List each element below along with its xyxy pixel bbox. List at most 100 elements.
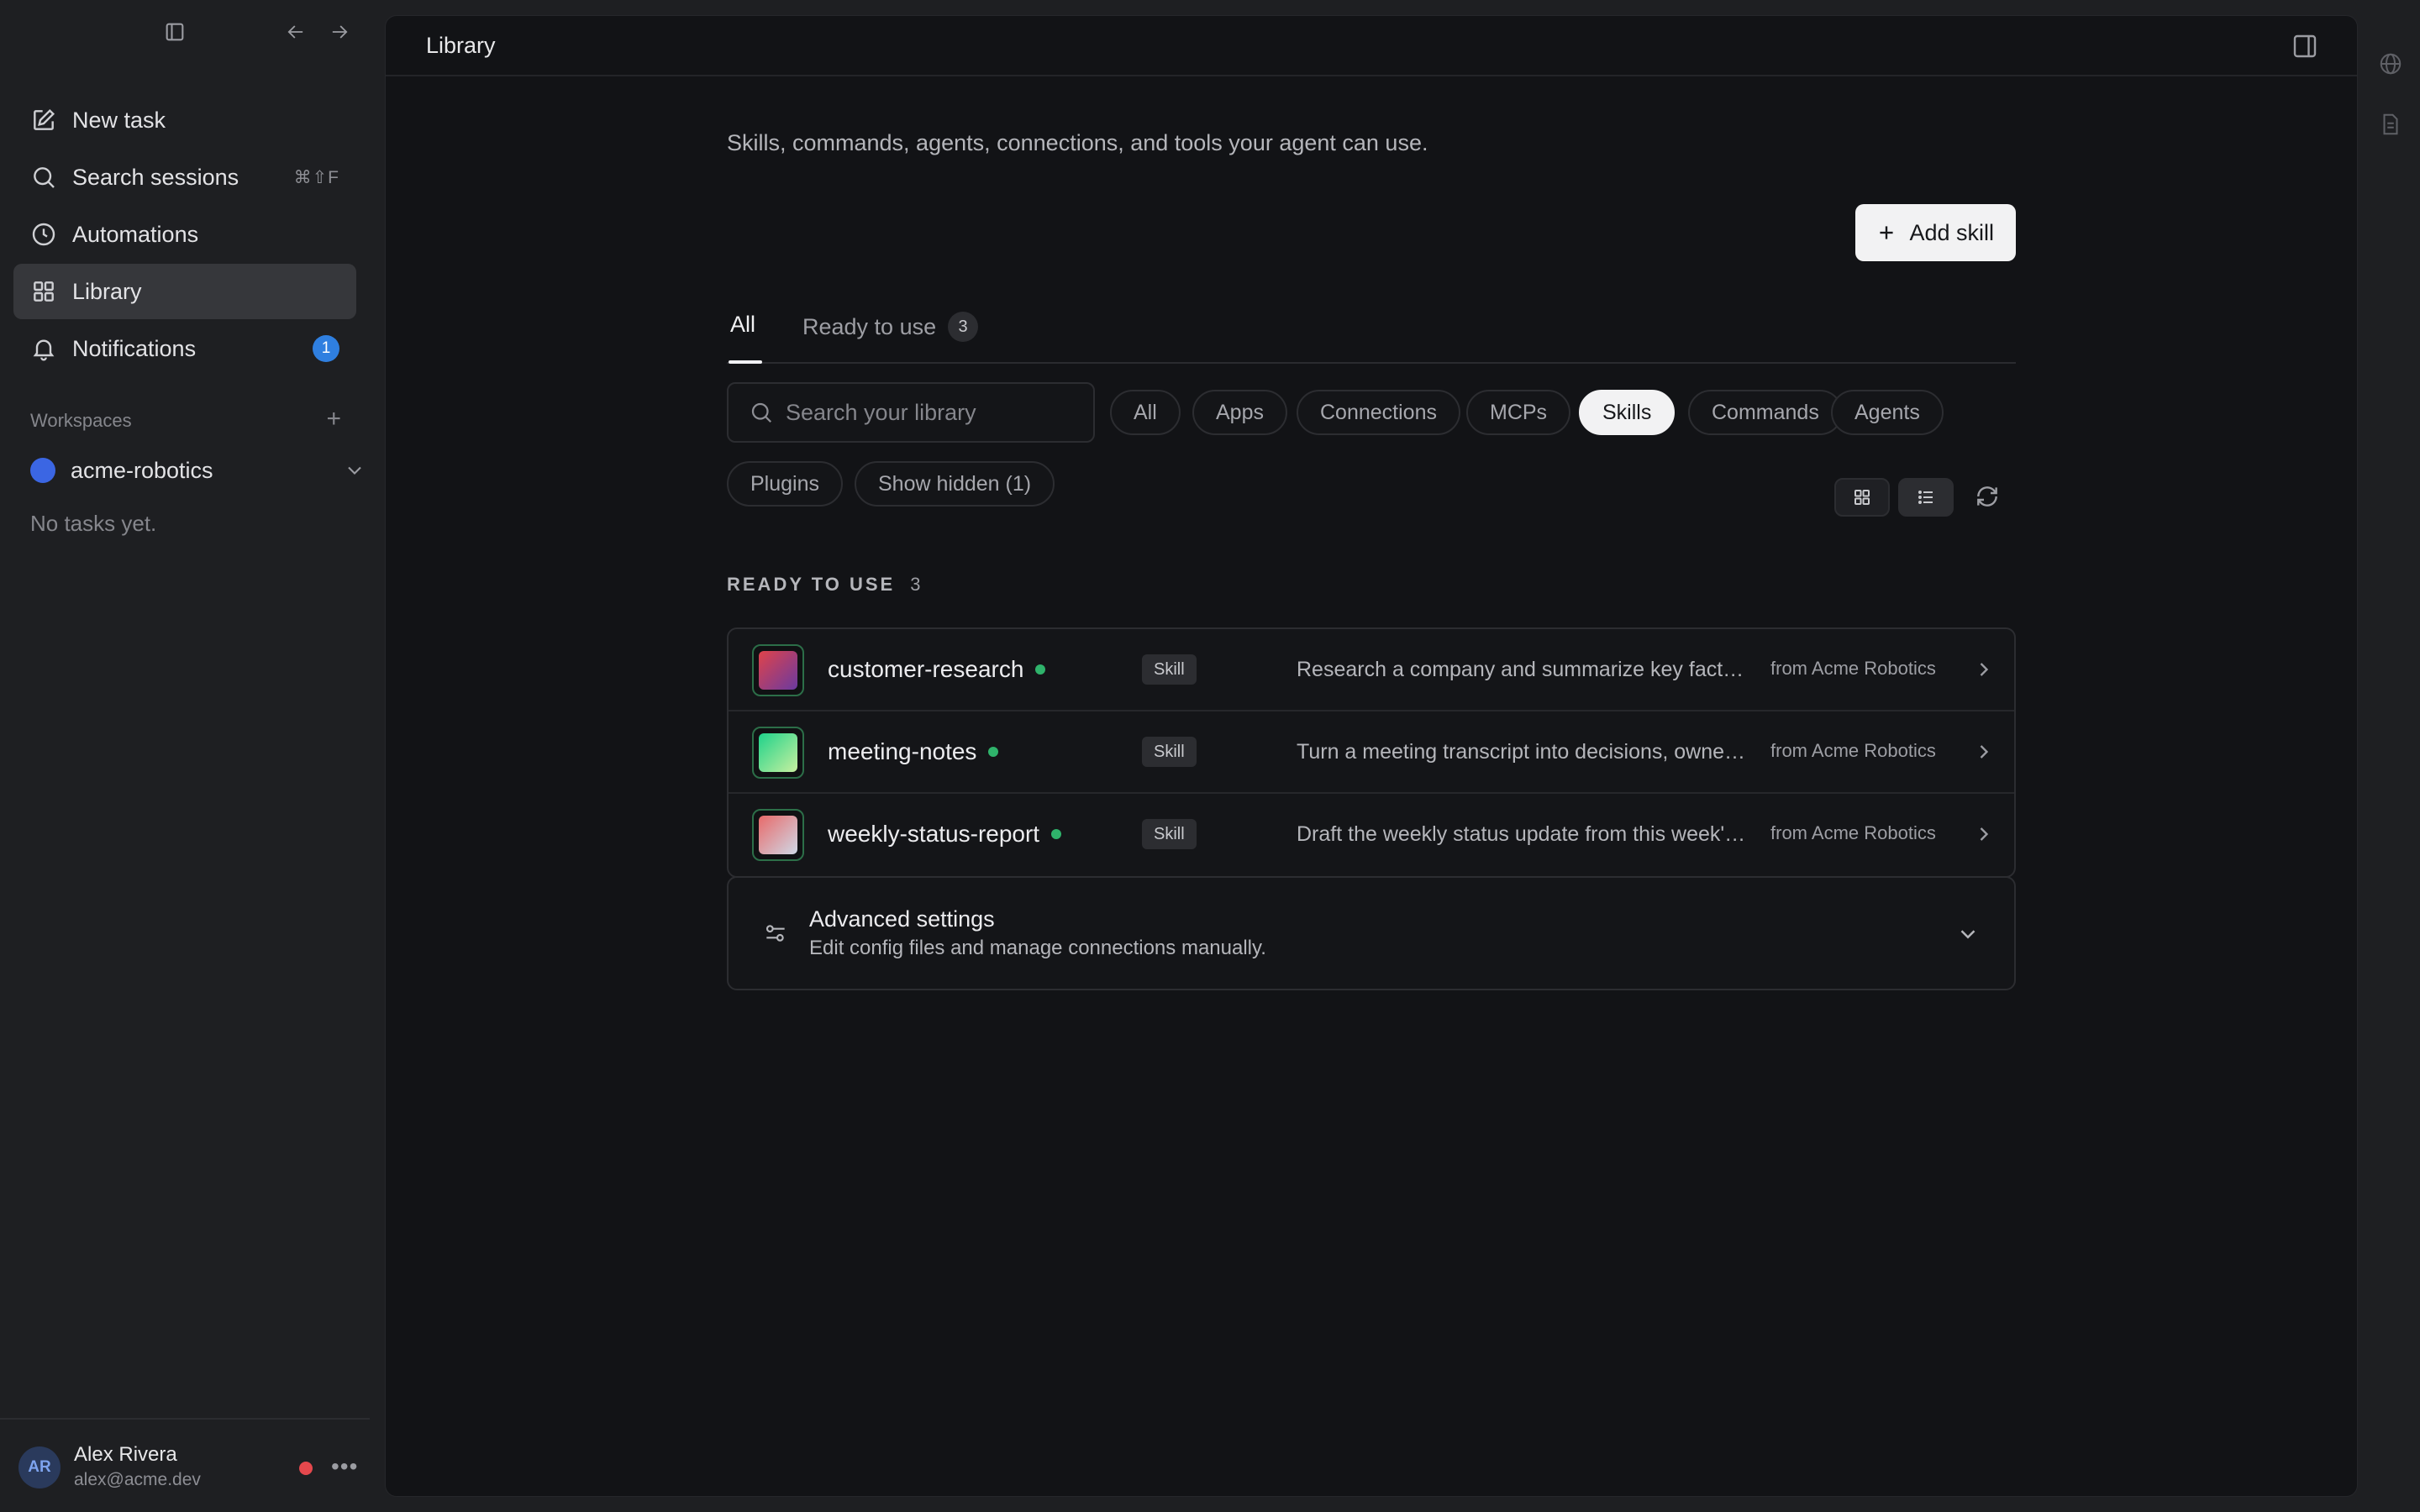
nav-label: Automations — [72, 221, 199, 247]
show-hidden-chip[interactable]: Show hidden (1) — [855, 461, 1055, 507]
skill-name-wrap: weekly-status-report — [828, 821, 1062, 848]
skill-description: Turn a meeting transcript into decisions… — [1297, 740, 1750, 764]
skill-swatch — [759, 651, 797, 690]
nav-search-sessions[interactable]: Search sessions ⌘⇧F — [13, 150, 356, 205]
nav-label: New task — [72, 107, 166, 133]
globe-icon[interactable] — [2361, 34, 2420, 94]
add-skill-label: Add skill — [1909, 219, 1994, 245]
skill-name: weekly-status-report — [828, 821, 1040, 847]
advanced-settings-panel[interactable]: Advanced settings Edit config files and … — [727, 876, 2016, 990]
add-workspace-icon[interactable]: + — [326, 407, 341, 432]
filter-chip-commands[interactable]: Commands — [1688, 390, 1843, 435]
type-badge: Skill — [1142, 737, 1197, 767]
workspace-item[interactable]: acme-robotics — [30, 454, 366, 487]
page-subtitle: Skills, commands, agents, connections, a… — [727, 130, 1428, 155]
add-skill-button[interactable]: Add skill — [1855, 204, 2016, 261]
forward-arrow-icon[interactable] — [323, 15, 356, 49]
document-icon[interactable] — [2361, 94, 2420, 155]
avatar[interactable]: AR — [18, 1446, 60, 1488]
search-icon — [751, 402, 772, 423]
filter-chip-apps[interactable]: Apps — [1192, 390, 1287, 435]
filter-chip-skills[interactable]: Skills — [1579, 390, 1676, 435]
skill-icon — [752, 809, 804, 861]
section-heading: READY TO USE 3 — [727, 574, 920, 596]
skill-name: customer-research — [828, 656, 1024, 682]
more-options-icon[interactable]: ••• — [331, 1453, 358, 1480]
back-arrow-icon[interactable] — [279, 15, 313, 49]
user-footer: AR Alex Rivera alex@acme.dev ••• — [0, 1418, 370, 1512]
list-item[interactable]: weekly-status-report Skill Draft the wee… — [729, 794, 2014, 876]
skill-source: from Acme Robotics — [1770, 740, 1936, 761]
sidebar-nav: New task Search sessions ⌘⇧F Automations — [13, 92, 356, 378]
active-status-dot — [1035, 664, 1046, 675]
tab-label: Ready to use — [802, 313, 937, 339]
skill-source: from Acme Robotics — [1770, 822, 1936, 843]
list-view-button[interactable] — [1898, 478, 1954, 517]
grid-view-button[interactable] — [1834, 478, 1890, 517]
skill-swatch — [759, 816, 797, 854]
advanced-settings-title: Advanced settings — [809, 906, 995, 932]
page-title: Library — [426, 33, 496, 58]
type-badge: Skill — [1142, 654, 1197, 685]
filter-chip-all[interactable]: All — [1110, 390, 1181, 435]
grid-icon — [30, 278, 57, 305]
sidebar-toggle-icon[interactable] — [158, 15, 192, 49]
search-input[interactable] — [786, 399, 1088, 426]
skill-description: Research a company and summarize key fac… — [1297, 658, 1750, 681]
nav-library[interactable]: Library — [13, 264, 356, 319]
empty-tasks-text: No tasks yet. — [30, 511, 157, 536]
tab-ready-to-use[interactable]: Ready to use 3 — [802, 312, 979, 342]
app-window: New task Search sessions ⌘⇧F Automations — [0, 0, 2420, 1512]
active-status-dot — [988, 747, 999, 757]
plus-icon — [1880, 226, 1894, 239]
skill-swatch — [759, 733, 797, 772]
active-tab-indicator — [729, 360, 762, 364]
chevron-right-icon — [1980, 663, 1989, 676]
nav-label: Notifications — [72, 335, 197, 361]
sidebar-toolbar — [0, 15, 385, 49]
refresh-icon[interactable] — [1974, 483, 2001, 510]
workspace-color-dot — [30, 458, 55, 483]
active-status-dot — [1051, 829, 1062, 839]
main-panel: Library Skills, commands, agents, connec… — [385, 15, 2358, 1497]
skill-name-wrap: meeting-notes — [828, 738, 999, 765]
skill-name: meeting-notes — [828, 738, 977, 764]
skill-icon — [752, 727, 804, 779]
filter-chip-connections[interactable]: Connections — [1297, 390, 1460, 435]
grid-icon — [1854, 490, 1870, 505]
tab-label: All — [730, 312, 756, 337]
sliders-icon — [765, 925, 785, 942]
view-mode-toggle — [1834, 478, 1954, 517]
nav-label: Search sessions — [72, 164, 239, 190]
skill-icon — [752, 644, 804, 696]
tab-all[interactable]: All — [730, 312, 755, 338]
nav-label: Library — [72, 278, 142, 304]
skill-name-wrap: customer-research — [828, 656, 1046, 683]
workspaces-header: Workspaces + — [30, 407, 341, 432]
search-icon — [30, 164, 57, 191]
sidebar: New task Search sessions ⌘⇧F Automations — [0, 0, 385, 1512]
nav-new-task[interactable]: New task — [13, 92, 356, 148]
right-rail — [2361, 34, 2420, 155]
status-indicator — [299, 1462, 313, 1475]
clock-icon — [30, 221, 57, 248]
filter-chip-plugins[interactable]: Plugins — [727, 461, 843, 507]
nav-notifications[interactable]: Notifications 1 — [13, 321, 356, 376]
filter-chip-mcps[interactable]: MCPs — [1466, 390, 1571, 435]
type-badge: Skill — [1142, 819, 1197, 849]
panel-toggle-icon[interactable] — [2290, 31, 2320, 61]
keyboard-shortcut: ⌘⇧F — [293, 167, 339, 187]
nav-automations[interactable]: Automations — [13, 207, 356, 262]
chevron-down-icon[interactable] — [1955, 921, 1981, 947]
main-header: Library — [386, 16, 2357, 76]
filter-chip-agents[interactable]: Agents — [1831, 390, 1944, 435]
list-item[interactable]: customer-research Skill Research a compa… — [729, 629, 2014, 711]
list-item[interactable]: meeting-notes Skill Turn a meeting trans… — [729, 711, 2014, 794]
library-search[interactable] — [727, 382, 1095, 443]
list-icon — [1918, 491, 1933, 504]
chevron-right-icon — [1980, 827, 1989, 841]
chevron-right-icon — [1980, 745, 1989, 759]
tab-count-badge: 3 — [948, 312, 979, 342]
chevron-down-icon[interactable] — [343, 459, 366, 482]
user-name: Alex Rivera — [74, 1443, 177, 1466]
